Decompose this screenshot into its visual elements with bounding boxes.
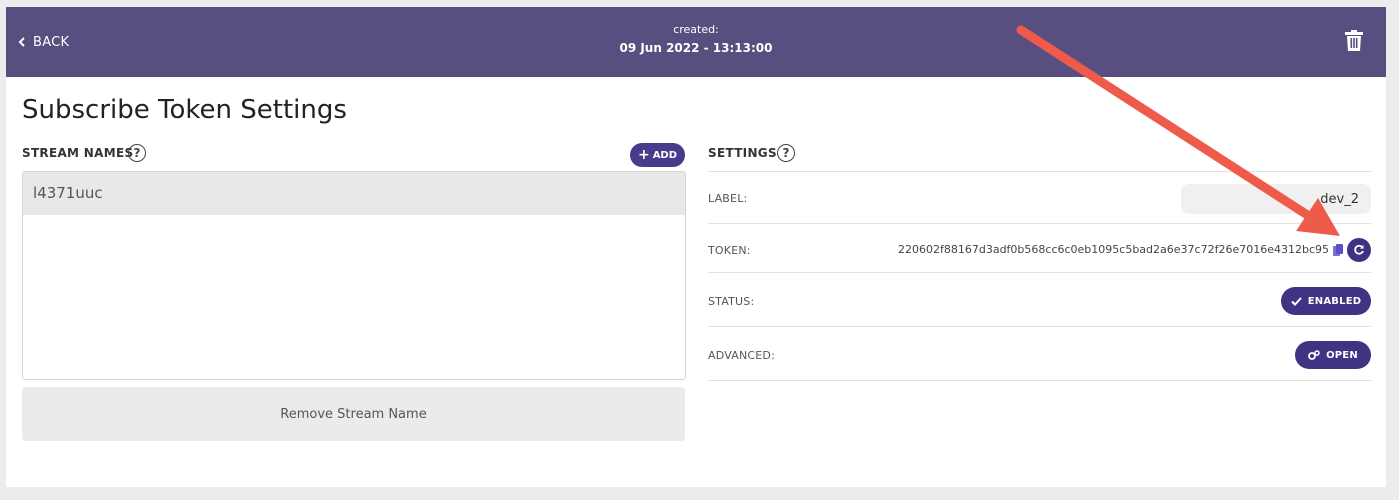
advanced-button-label: OPEN: [1326, 349, 1358, 361]
stream-name-list[interactable]: l4371uuc: [22, 171, 686, 380]
token-label: TOKEN:: [708, 244, 751, 257]
advanced-label: ADVANCED:: [708, 349, 775, 362]
label-field-label: LABEL:: [708, 192, 748, 205]
top-bar: BACK created: 09 Jun 2022 - 13:13:00: [6, 7, 1386, 77]
copy-icon[interactable]: [1333, 244, 1343, 256]
page-title: Subscribe Token Settings: [22, 95, 347, 125]
stream-names-help-icon[interactable]: ?: [128, 144, 146, 162]
divider: [708, 272, 1371, 273]
divider: [708, 223, 1371, 224]
created-info: created: 09 Jun 2022 - 13:13:00: [6, 23, 1386, 57]
settings-help-icon[interactable]: ?: [777, 144, 795, 162]
settings-heading: SETTINGS: [708, 146, 777, 160]
created-label: created:: [673, 23, 719, 36]
advanced-open-button[interactable]: OPEN: [1295, 341, 1371, 369]
divider: [708, 171, 1371, 172]
add-stream-button[interactable]: + ADD: [630, 143, 685, 167]
divider: [708, 326, 1371, 327]
created-value: 09 Jun 2022 - 13:13:00: [619, 41, 773, 55]
token-value: 220602f88167d3adf0b568cc6c0eb1095c5bad2a…: [897, 243, 1329, 256]
stream-names-heading: STREAM NAMES: [22, 146, 134, 160]
status-label: STATUS:: [708, 295, 755, 308]
label-input[interactable]: [1181, 184, 1371, 214]
status-button-label: ENABLED: [1307, 295, 1362, 307]
status-enabled-button[interactable]: ENABLED: [1281, 287, 1371, 315]
divider: [708, 380, 1371, 381]
plus-icon: +: [637, 147, 650, 163]
check-icon: [1291, 296, 1302, 306]
gears-icon: [1308, 350, 1320, 360]
trash-icon[interactable]: [1345, 30, 1363, 51]
list-item[interactable]: l4371uuc: [23, 172, 685, 215]
remove-stream-button[interactable]: Remove Stream Name: [22, 387, 685, 441]
add-stream-label: ADD: [652, 149, 678, 161]
refresh-icon: [1354, 244, 1364, 255]
refresh-token-button[interactable]: [1347, 238, 1371, 262]
settings-card: BACK created: 09 Jun 2022 - 13:13:00 Sub…: [6, 7, 1386, 487]
